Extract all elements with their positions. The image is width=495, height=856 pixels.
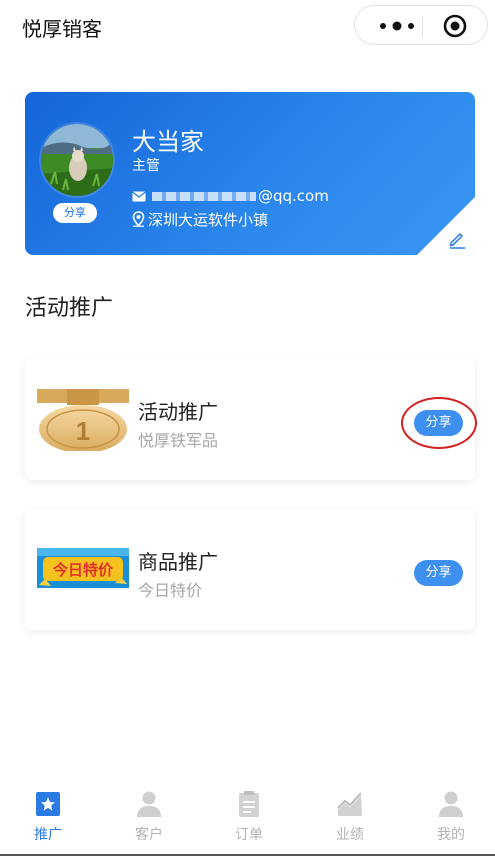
promo-card-activity[interactable]: 1 活动推广 悦厚铁军品 分享 (25, 359, 475, 480)
tab-label: 我的 (437, 827, 465, 843)
profile-card[interactable]: 分享 大当家 主管 @qq.com 深圳大运软件小镇 (25, 92, 475, 255)
promo-title: 活动推广 (138, 400, 218, 424)
address-row: 深圳大运软件小镇 (132, 209, 268, 229)
profile-role: 主管 (132, 158, 160, 174)
star-bookmark-icon (36, 792, 60, 816)
email-domain: @qq.com (258, 187, 329, 205)
tab-label: 业绩 (336, 827, 364, 843)
edit-profile-button[interactable] (417, 197, 475, 255)
banner-text: 今日特价 (52, 561, 114, 579)
promo-card-product[interactable]: 今日特价 商品推广 今日特价 分享 (25, 509, 475, 630)
tab-label: 推广 (34, 827, 62, 843)
person-icon (137, 791, 161, 817)
email-row: @qq.com (132, 186, 329, 206)
promo-subtitle: 今日特价 (138, 581, 203, 600)
mini-program-capsule (354, 5, 488, 45)
tab-promotion[interactable]: 推广 (18, 790, 78, 850)
avatar-share-button[interactable]: 分享 (53, 203, 97, 223)
share-button[interactable]: 分享 (414, 560, 463, 586)
app-title: 悦厚销客 (22, 17, 102, 41)
tab-orders[interactable]: 订单 (219, 790, 279, 850)
close-target-icon[interactable] (443, 14, 467, 38)
pencil-icon (449, 232, 465, 249)
share-button[interactable]: 分享 (414, 410, 463, 436)
section-title: 活动推广 (25, 296, 114, 321)
capsule-divider (422, 16, 423, 36)
promo-subtitle: 悦厚铁军品 (138, 431, 219, 450)
tab-customers[interactable]: 客户 (119, 790, 179, 850)
location-pin-icon (132, 211, 145, 227)
clipboard-icon (239, 791, 259, 817)
avatar[interactable] (39, 122, 115, 198)
daily-special-banner: 今日特价 (37, 548, 129, 588)
tab-mine[interactable]: 我的 (421, 790, 481, 850)
address-text: 深圳大运软件小镇 (148, 210, 269, 229)
tab-label: 订单 (235, 827, 263, 843)
tab-label: 客户 (135, 827, 163, 843)
tab-performance[interactable]: 业绩 (320, 790, 380, 850)
tab-bar: 推广 客户 订单 业绩 我的 (0, 780, 495, 856)
chart-icon (337, 792, 362, 816)
more-icon[interactable] (373, 17, 421, 35)
promo-title: 商品推广 (138, 550, 218, 574)
mail-icon (132, 190, 146, 201)
email-masked (152, 191, 256, 201)
medal-icon: 1 (37, 389, 129, 451)
profile-name: 大当家 (132, 128, 204, 156)
top-bar: 悦厚销客 (0, 0, 495, 56)
medal-number: 1 (76, 416, 90, 446)
user-icon (439, 791, 463, 817)
